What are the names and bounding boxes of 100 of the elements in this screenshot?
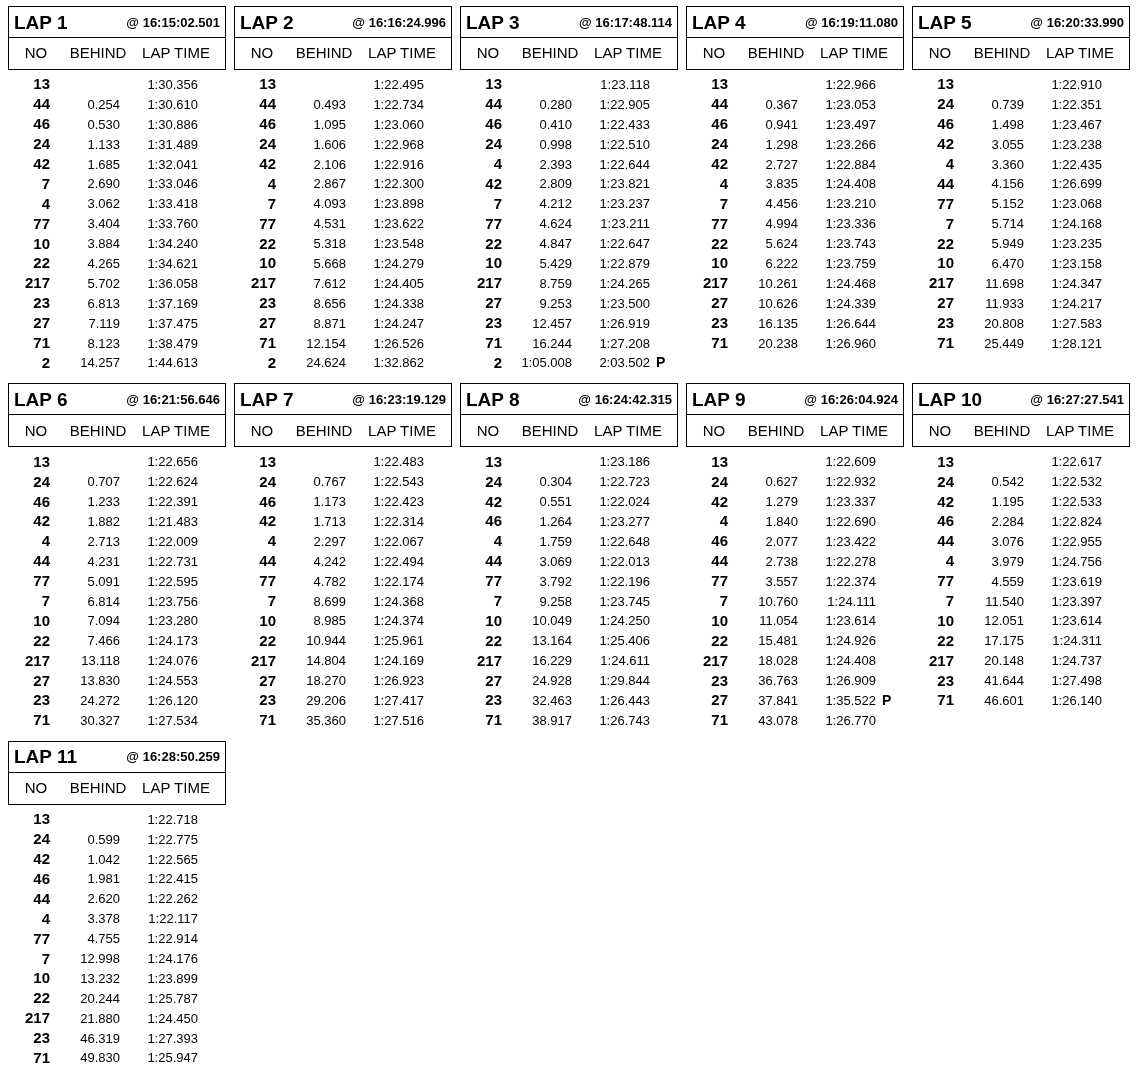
car-number: 217 [23, 275, 50, 291]
car-number: 2 [40, 354, 50, 370]
lap-title: LAP 7 [240, 389, 294, 409]
gap-behind: 16.244 [532, 335, 572, 351]
column-header: BEHIND [68, 420, 128, 441]
gap-behind: 4.212 [539, 196, 572, 212]
gap-behind: 1.042 [87, 851, 120, 867]
lap-time: 1:22.009 [147, 533, 198, 549]
lap-time: 1:23.210 [825, 196, 876, 212]
car-number: 24 [710, 136, 728, 152]
gap-behind: 29.206 [306, 693, 346, 708]
car-number: 10 [484, 255, 502, 271]
gap-behind: 4.093 [313, 196, 346, 212]
column-header: LAP TIME [367, 43, 437, 64]
gap-behind: 8.656 [313, 295, 346, 311]
lap-time: 1:22.775 [147, 831, 198, 847]
lap-time: 1:33.760 [147, 216, 198, 232]
car-number: 217 [701, 652, 728, 668]
car-number: 7 [944, 215, 954, 231]
lap-time: 1:22.314 [373, 514, 424, 529]
car-number: 24 [32, 473, 50, 489]
car-number: 46 [936, 513, 954, 529]
gap-behind: 1.195 [991, 494, 1024, 510]
gap-behind: 24.624 [306, 355, 346, 371]
gap-behind: 14.804 [306, 653, 346, 669]
gap-behind: 4.456 [765, 196, 798, 212]
gap-behind: 6.813 [87, 295, 120, 311]
gap-behind: 4.531 [313, 216, 346, 232]
car-number: 44 [484, 96, 502, 112]
car-number: 4 [718, 513, 728, 529]
car-number: 27 [484, 672, 502, 688]
gap-behind: 2.284 [991, 514, 1024, 529]
lap-time: 1:34.621 [147, 255, 198, 271]
lap-time: 1:22.024 [599, 494, 650, 510]
car-number: 24 [484, 136, 502, 152]
car-number: 24 [936, 473, 954, 489]
car-number: 27 [936, 295, 954, 311]
lap-time: 1:27.534 [147, 712, 198, 728]
gap-behind: 0.739 [991, 96, 1024, 112]
lap-time: 1:22.117 [148, 911, 198, 927]
car-number: 42 [484, 493, 502, 509]
car-number: 22 [710, 632, 728, 648]
gap-behind: 13.830 [80, 673, 120, 689]
car-number: 23 [936, 672, 954, 688]
car-number: 22 [32, 255, 50, 271]
gap-behind: 13.118 [81, 653, 120, 669]
lap-time: 1:23.614 [1051, 613, 1102, 629]
car-number: 7 [266, 195, 276, 211]
column-header: NO [475, 43, 501, 64]
car-number: 23 [32, 692, 50, 708]
lap-time: 1:23.745 [599, 593, 650, 609]
car-number: 7 [944, 593, 954, 609]
lap-time: 1:25.406 [599, 633, 650, 649]
lap-time: 1:24.169 [373, 653, 424, 669]
car-number: 46 [710, 116, 728, 132]
gap-behind: 5.429 [539, 255, 572, 271]
gap-behind: 1.981 [87, 871, 120, 887]
lap-time: 1:22.718 [147, 811, 198, 827]
lap-time: 1:27.208 [599, 335, 650, 351]
car-number: 4 [944, 553, 954, 569]
lap-time: 1:24.408 [825, 653, 876, 669]
lap-time: 1:26.140 [1051, 693, 1102, 708]
lap-time: 1:26.526 [373, 335, 424, 351]
car-number: 13 [710, 453, 728, 469]
lap-time: 1:26.909 [825, 673, 876, 689]
car-number: 77 [484, 215, 502, 231]
gap-behind: 5.714 [991, 216, 1024, 232]
car-number: 42 [32, 513, 50, 529]
lap-timestamp: @ 16:20:33.990 [1030, 15, 1124, 29]
car-number: 77 [710, 573, 728, 589]
car-number: 13 [258, 76, 276, 92]
lap-time: 1:28.121 [1051, 335, 1102, 351]
car-number: 71 [258, 335, 276, 350]
car-number: 10 [710, 612, 728, 628]
car-number: 42 [936, 136, 954, 152]
car-number: 71 [710, 712, 728, 728]
column-header: BEHIND [746, 43, 806, 64]
gap-behind: 9.258 [539, 593, 572, 609]
car-number: 42 [710, 156, 728, 171]
gap-behind: 0.542 [991, 474, 1024, 490]
gap-behind: 8.985 [313, 613, 346, 629]
gap-behind: 0.410 [539, 116, 572, 132]
lap-time: 1:24.405 [373, 275, 424, 291]
car-number: 7 [718, 593, 728, 609]
gap-behind: 6.814 [87, 593, 120, 609]
lap-time: 1:24.926 [825, 633, 876, 649]
car-number: 71 [32, 1049, 50, 1065]
lap-time: 1:30.610 [147, 96, 198, 112]
car-number: 10 [710, 255, 728, 271]
column-header: LAP TIME [819, 43, 889, 64]
car-number: 44 [710, 553, 728, 569]
lap-title: LAP 5 [918, 12, 972, 32]
car-number: 22 [258, 235, 276, 251]
lap-time: 1:24.368 [373, 593, 424, 609]
gap-behind: 0.493 [313, 96, 346, 112]
lap-time: 1:27.583 [1051, 315, 1102, 331]
car-number: 217 [249, 652, 276, 668]
lap-timestamp: @ 16:24:42.315 [578, 392, 672, 406]
lap-time: 1:24.347 [1051, 275, 1102, 291]
gap-behind: 46.319 [80, 1030, 120, 1046]
